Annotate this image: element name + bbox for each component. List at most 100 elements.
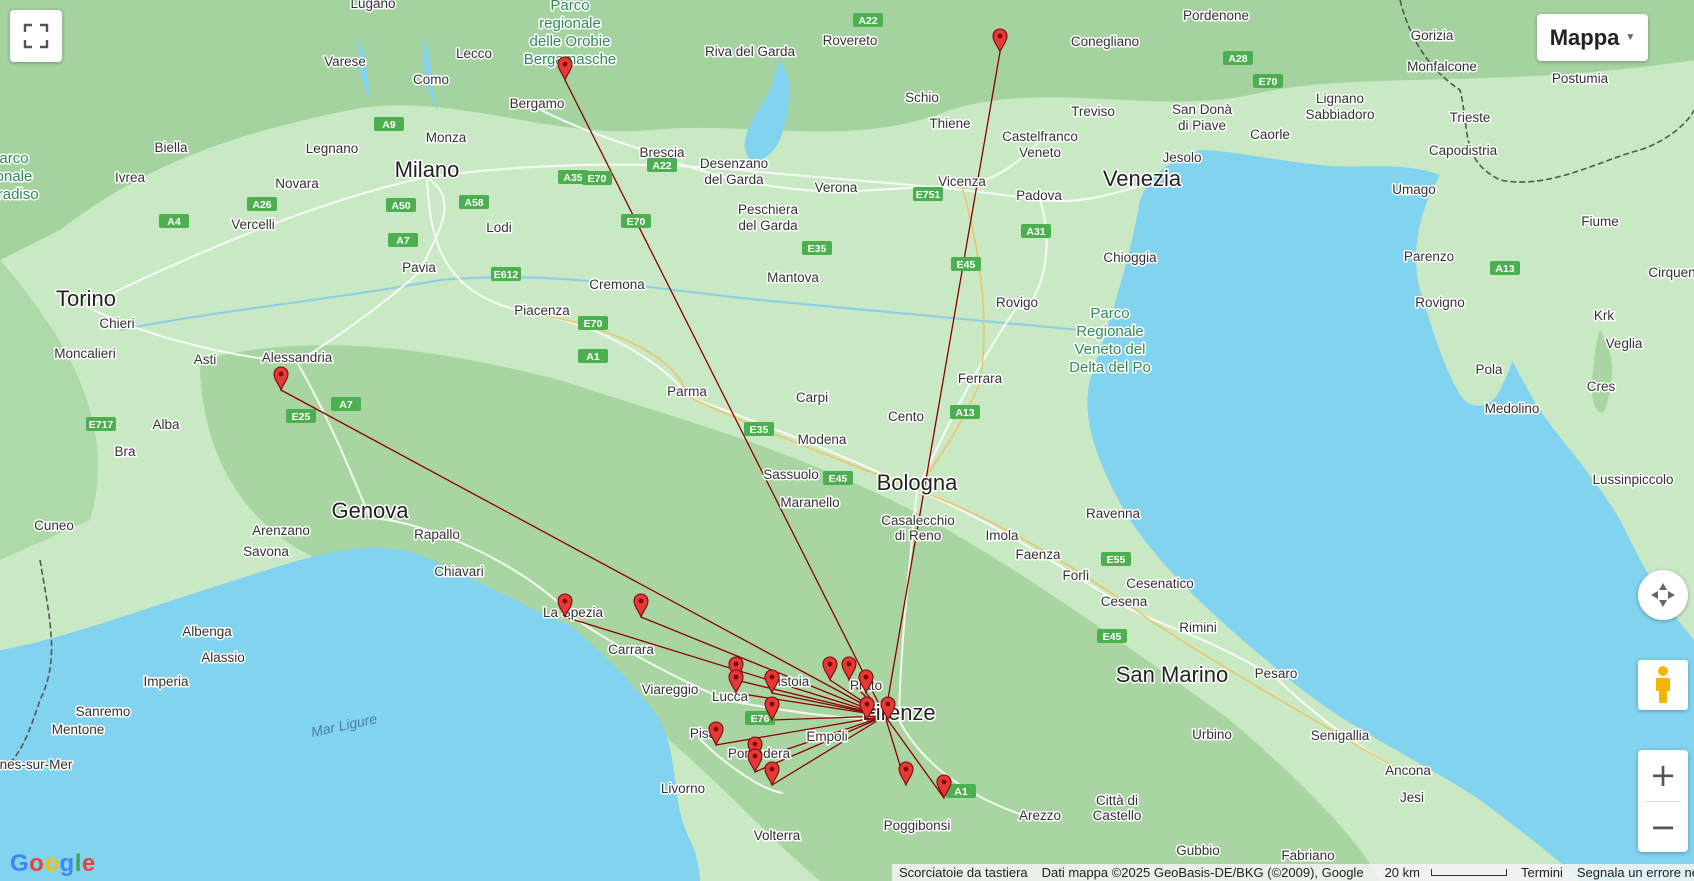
city-label: Sanremo: [76, 704, 131, 719]
highway-label: A26: [252, 199, 271, 211]
city-label: Castelfranco: [1002, 129, 1078, 144]
city-label: Pesaro: [1255, 666, 1298, 681]
city-label: Rovigno: [1415, 295, 1465, 310]
highway-label: A22: [858, 15, 877, 27]
city-label: Alassio: [201, 650, 245, 665]
city-label: del Garda: [738, 218, 798, 233]
city-label: Treviso: [1071, 104, 1115, 119]
city-label: La Spezia: [543, 605, 604, 620]
highway-shield: E55: [1101, 552, 1131, 566]
highway-label: A13: [1495, 263, 1514, 275]
terms-link[interactable]: Termini: [1514, 865, 1570, 880]
highway-label: E35: [808, 243, 827, 255]
city-label: Livorno: [661, 781, 705, 796]
highway-shield: A28: [1223, 51, 1253, 65]
city-label: Lodi: [486, 220, 512, 235]
park-label: regionale: [539, 15, 601, 32]
highway-label: A13: [955, 407, 974, 419]
city-label: Capodistria: [1429, 143, 1498, 158]
scale-label: 20 km: [1384, 865, 1420, 880]
highway-shield: E45: [1097, 629, 1127, 643]
city-label: Ancona: [1385, 763, 1431, 778]
city-label: Moncalieri: [54, 346, 116, 361]
highway-shield: E612: [491, 267, 521, 281]
park-label: Parco: [550, 0, 589, 14]
highway-shield: A13: [1490, 261, 1520, 275]
highway-shield: E35: [802, 241, 832, 255]
park-label: onale: [0, 168, 32, 185]
city-label: Rovigo: [996, 295, 1038, 310]
report-error-link[interactable]: Segnala un errore nella mappa: [1570, 865, 1694, 880]
park-label: delle Orobie: [530, 33, 611, 50]
city-label: Rapallo: [414, 527, 460, 542]
fullscreen-icon: [23, 23, 49, 49]
city-label: Imperia: [143, 674, 189, 689]
street-view-button[interactable]: [1638, 660, 1688, 710]
city-label: Cesenatico: [1126, 576, 1194, 591]
city-label: Empoli: [806, 729, 847, 744]
highway-label: A28: [1228, 53, 1247, 65]
highway-shield: A22: [853, 13, 883, 27]
city-label: Forlì: [1063, 568, 1090, 583]
major-city-label: Bologna: [877, 470, 959, 495]
highway-label: A1: [954, 786, 968, 798]
highway-label: E76: [751, 713, 770, 725]
city-label: Monfalcone: [1407, 59, 1477, 74]
zoom-out-button[interactable]: −: [1638, 802, 1688, 852]
compass-button[interactable]: [1638, 570, 1688, 620]
city-label: Imola: [985, 528, 1019, 543]
city-label: Rimini: [1179, 620, 1217, 635]
map-type-label: Mappa: [1549, 24, 1620, 50]
city-label: Monza: [426, 130, 467, 145]
zoom-in-button[interactable]: +: [1638, 750, 1688, 800]
city-label: Pordenone: [1183, 8, 1249, 23]
city-label: Savona: [243, 544, 289, 559]
city-label: Como: [413, 72, 449, 87]
city-label: Sabbiadoro: [1305, 107, 1374, 122]
keyboard-shortcuts-link[interactable]: Scorciatoie da tastiera: [892, 865, 1035, 880]
map-canvas[interactable]: Lugano Varese Como Lecco Bergamo Riva del Gar…: [0, 0, 1694, 881]
highway-label: A9: [382, 119, 396, 131]
fullscreen-button[interactable]: [10, 10, 62, 62]
park-label: Parco: [1090, 305, 1129, 322]
highway-label: E45: [957, 259, 976, 271]
highway-label: A7: [339, 399, 353, 411]
scale-control[interactable]: 20 km: [1371, 865, 1514, 880]
city-label: Riva del Garda: [705, 44, 796, 59]
major-city-label: Venezia: [1103, 166, 1182, 191]
major-city-label: Torino: [56, 286, 116, 311]
city-label: Jesolo: [1162, 150, 1201, 165]
city-label: Trieste: [1450, 110, 1491, 125]
city-label: Veglia: [1606, 336, 1643, 351]
city-label: Modena: [798, 432, 847, 447]
city-label: di Piave: [1178, 118, 1226, 133]
scale-bar: [1430, 869, 1507, 876]
highway-label: A1: [586, 351, 600, 363]
city-label: Viareggio: [642, 682, 699, 697]
city-label: Desenzano: [700, 156, 768, 171]
city-label: Biella: [154, 140, 188, 155]
highway-label: A58: [464, 197, 483, 209]
map-type-button[interactable]: Mappa ▼: [1537, 14, 1648, 61]
park-label: Delta del Po: [1069, 359, 1151, 376]
city-label: Piacenza: [514, 303, 570, 318]
city-label: Krk: [1594, 308, 1615, 323]
highway-shield: A13: [950, 405, 980, 419]
city-label: Varese: [324, 54, 366, 69]
highway-shield: E717: [86, 417, 116, 431]
city-label: Lignano: [1316, 91, 1364, 106]
highway-shield: A4: [159, 214, 189, 228]
highway-shield: E70: [1253, 74, 1283, 88]
city-label: Vercelli: [231, 217, 275, 232]
city-label: San Donà: [1172, 102, 1233, 117]
highway-shield: E45: [823, 471, 853, 485]
city-label: Poggibonsi: [884, 818, 951, 833]
city-label: Postumia: [1552, 71, 1609, 86]
city-label: Lecco: [456, 46, 492, 61]
park-label: arco: [0, 150, 29, 167]
highway-label: A4: [167, 216, 181, 228]
city-label: Città di: [1096, 793, 1138, 808]
highway-label: A50: [391, 200, 410, 212]
highway-shield: A58: [459, 195, 489, 209]
chevron-down-icon: ▼: [1625, 32, 1636, 43]
